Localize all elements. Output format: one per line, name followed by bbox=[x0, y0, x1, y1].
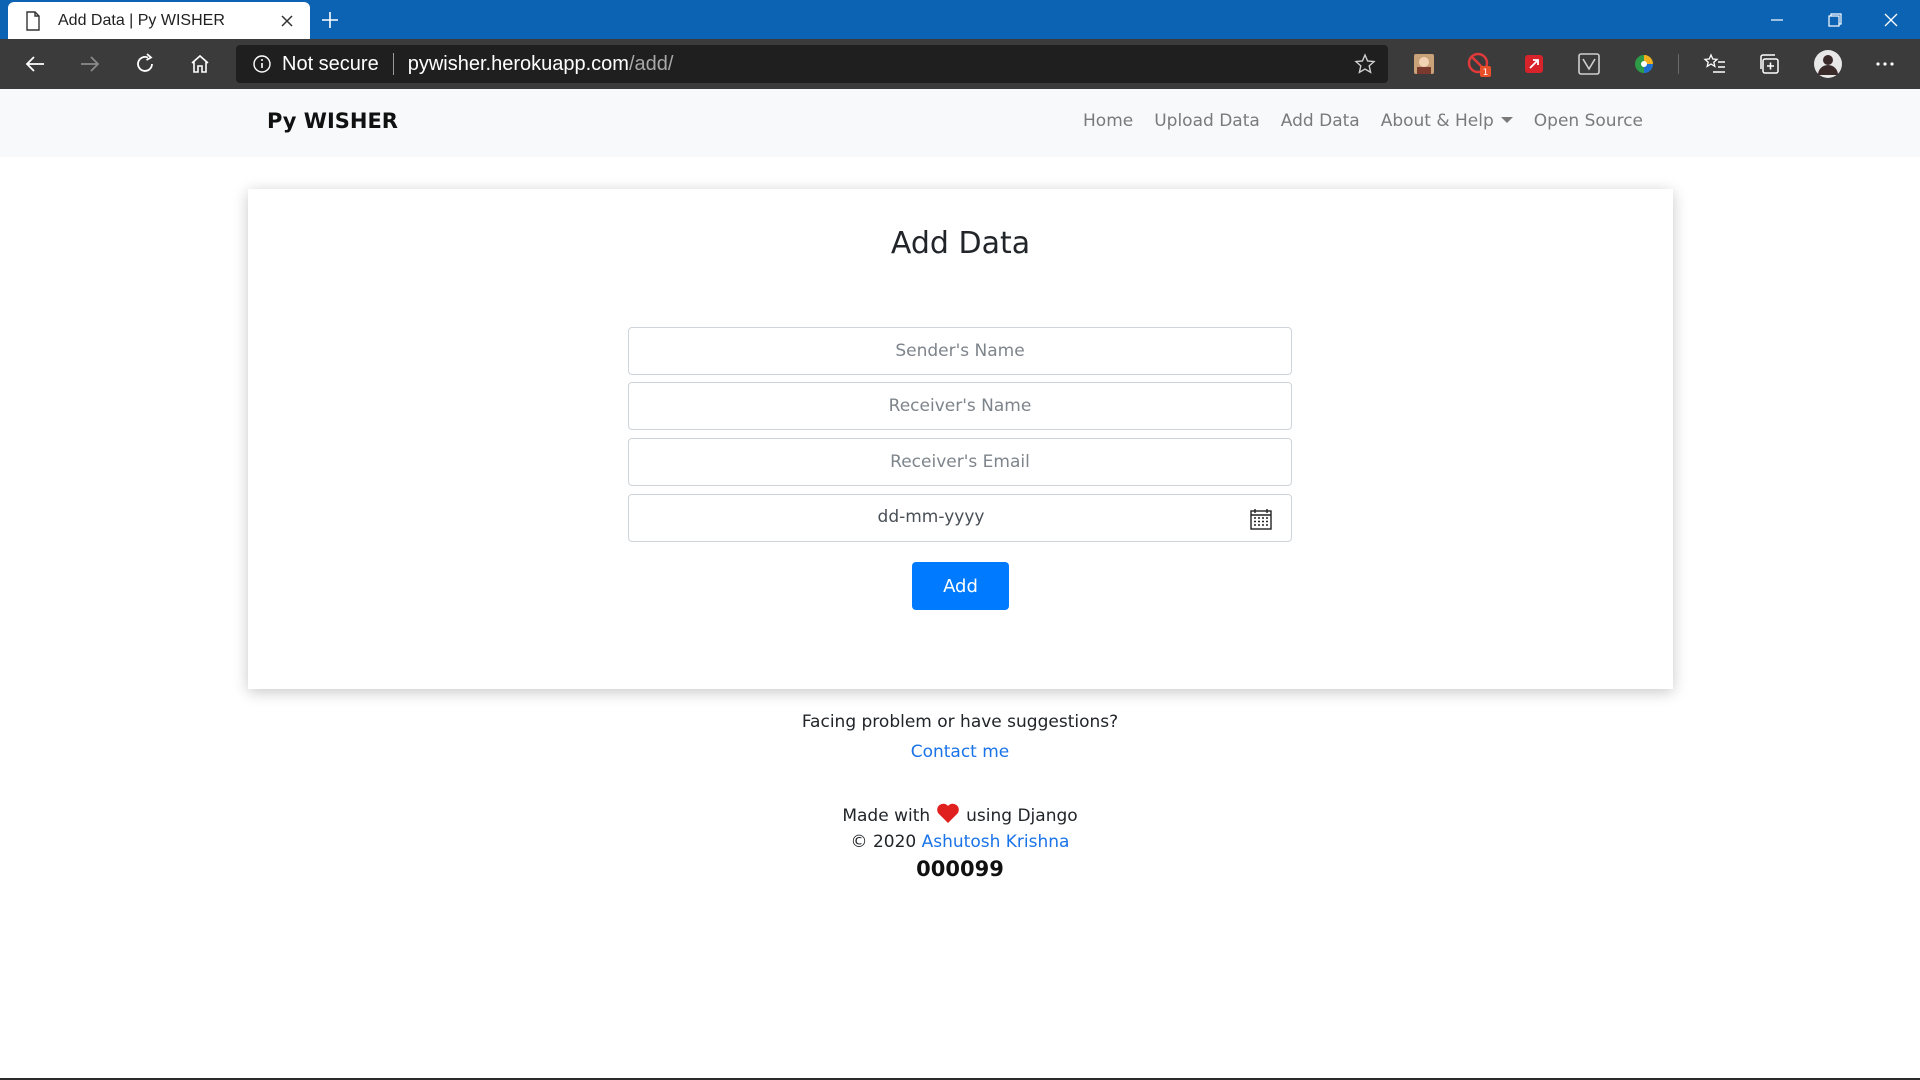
extension-badge: 1 bbox=[1483, 68, 1489, 77]
url-host[interactable]: pywisher.herokuapp.com bbox=[408, 53, 629, 76]
sender-name-input[interactable] bbox=[628, 327, 1292, 375]
forward-icon[interactable] bbox=[70, 44, 110, 84]
security-label[interactable]: Not secure bbox=[282, 53, 379, 76]
browser-tab-active[interactable]: Add Data | Py WISHER bbox=[8, 2, 310, 39]
made-with-text: Made with bbox=[842, 806, 931, 826]
add-data-card: Add Data dd-mm-yyyy Add bbox=[248, 189, 1673, 689]
nav-links: Home Upload Data Add Data About & Help O… bbox=[1083, 111, 1643, 131]
receiver-email-input[interactable] bbox=[628, 438, 1292, 486]
close-window-icon[interactable] bbox=[1862, 0, 1920, 39]
nav-open-source[interactable]: Open Source bbox=[1534, 111, 1643, 131]
caret-down-icon bbox=[1500, 117, 1513, 123]
favorite-star-icon[interactable] bbox=[1354, 53, 1376, 75]
nav-home[interactable]: Home bbox=[1083, 111, 1133, 131]
extension-avatar-icon[interactable] bbox=[1411, 51, 1437, 77]
using-django-text: using Django bbox=[966, 806, 1078, 826]
tab-title: Add Data | Py WISHER bbox=[58, 11, 225, 29]
heart-icon bbox=[937, 803, 959, 823]
nav-add-data[interactable]: Add Data bbox=[1281, 111, 1360, 131]
contact-link[interactable]: Contact me bbox=[911, 742, 1010, 762]
address-separator bbox=[392, 53, 394, 75]
nav-about-help-dropdown[interactable]: About & Help bbox=[1381, 111, 1513, 131]
visitor-counter: 000099 bbox=[916, 857, 1004, 881]
calendar-icon[interactable] bbox=[1249, 507, 1273, 531]
page-title: Add Data bbox=[890, 226, 1031, 261]
site-navbar: Py WISHER Home Upload Data Add Data Abou… bbox=[0, 89, 1920, 157]
back-icon[interactable] bbox=[15, 44, 55, 84]
extension-shield-icon[interactable] bbox=[1576, 51, 1602, 77]
web-page: Py WISHER Home Upload Data Add Data Abou… bbox=[0, 89, 1920, 1080]
nav-about-label: About & Help bbox=[1380, 111, 1494, 131]
extension-pin-icon[interactable] bbox=[1521, 51, 1547, 77]
info-icon[interactable] bbox=[252, 54, 272, 74]
footer-contact-row: Contact me bbox=[0, 742, 1920, 762]
brand-logo[interactable]: Py WISHER bbox=[267, 109, 398, 133]
more-options-icon[interactable] bbox=[1872, 51, 1898, 77]
extension-color-icon[interactable] bbox=[1631, 51, 1657, 77]
copyright-text: © 2020 bbox=[850, 832, 917, 852]
browser-titlebar: Add Data | Py WISHER bbox=[0, 0, 1920, 39]
nav-upload-data[interactable]: Upload Data bbox=[1154, 111, 1260, 131]
toolbar-separator bbox=[1678, 54, 1679, 74]
footer-made-with: Made with using Django bbox=[0, 802, 1920, 826]
browser-toolbar: Not secure pywisher.herokuapp.com/add/ 1 bbox=[0, 39, 1920, 89]
extension-blocker-icon[interactable]: 1 bbox=[1466, 51, 1492, 77]
home-icon[interactable] bbox=[180, 44, 220, 84]
add-button[interactable]: Add bbox=[912, 562, 1009, 610]
collections-icon[interactable] bbox=[1757, 51, 1783, 77]
close-tab-icon[interactable] bbox=[276, 10, 298, 32]
url-path[interactable]: /add/ bbox=[629, 53, 673, 76]
footer-problem-text: Facing problem or have suggestions? bbox=[801, 712, 1119, 732]
author-link[interactable]: Ashutosh Krishna bbox=[922, 832, 1070, 852]
minimize-icon[interactable] bbox=[1748, 0, 1806, 39]
address-bar[interactable]: Not secure pywisher.herokuapp.com/add/ bbox=[236, 45, 1388, 83]
receiver-name-input[interactable] bbox=[628, 382, 1292, 430]
new-tab-icon[interactable] bbox=[316, 6, 344, 34]
refresh-icon[interactable] bbox=[125, 44, 165, 84]
date-placeholder: dd-mm-yyyy bbox=[877, 507, 985, 527]
page-icon bbox=[26, 10, 40, 31]
date-input[interactable]: dd-mm-yyyy bbox=[628, 494, 1292, 542]
favorites-icon[interactable] bbox=[1702, 51, 1728, 77]
footer-copyright: © 2020 Ashutosh Krishna bbox=[0, 832, 1920, 852]
profile-avatar[interactable] bbox=[1812, 48, 1844, 80]
restore-icon[interactable] bbox=[1806, 0, 1864, 39]
